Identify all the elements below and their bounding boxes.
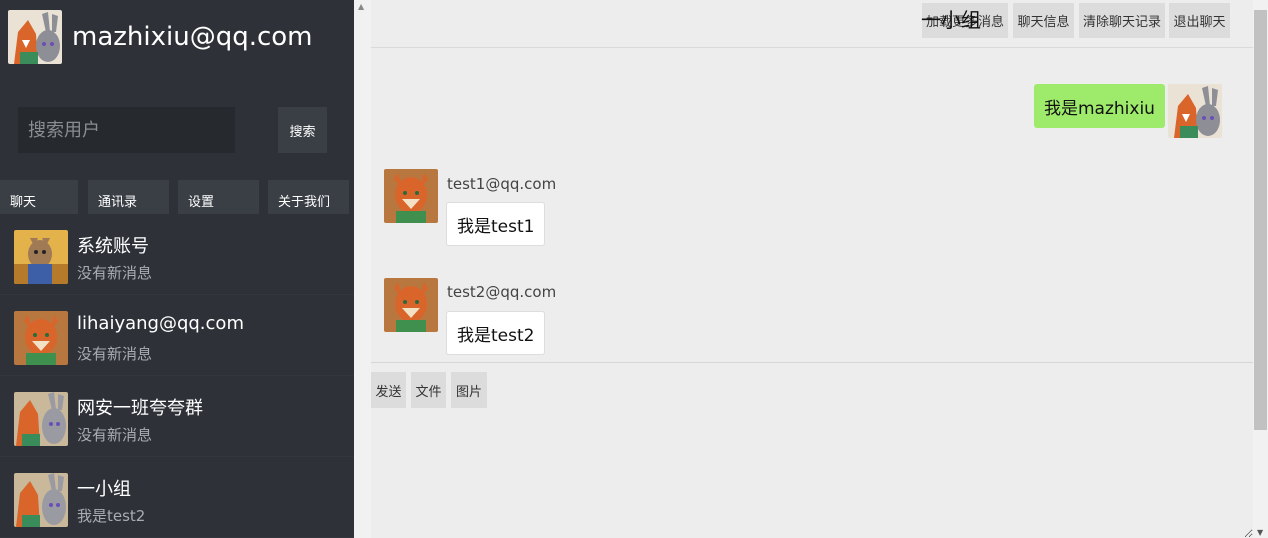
- sender-name: test1@qq.com: [447, 175, 557, 193]
- my-avatar[interactable]: [1168, 84, 1222, 138]
- user-avatar[interactable]: [8, 10, 62, 64]
- message-list: 我是mazhixiu test1@qq.com 我是test1 test2@qq…: [371, 48, 1253, 362]
- leave-chat-button[interactable]: 退出聊天: [1169, 3, 1230, 38]
- sidebar: mazhixiu@qq.com 搜索 聊天 通讯录 设置 关于我们: [0, 0, 354, 538]
- contact-name: lihaiyang@qq.com: [77, 313, 244, 334]
- search-button[interactable]: 搜索: [278, 107, 327, 153]
- chat-title: 一小组: [921, 8, 981, 32]
- contact-last-message: 没有新消息: [77, 426, 153, 444]
- contact-item-lihaiyang[interactable]: lihaiyang@qq.com 没有新消息: [0, 295, 354, 376]
- contact-name: 网安一班夸夸群: [77, 398, 203, 419]
- search-input[interactable]: [18, 107, 235, 153]
- contact-item-group-team[interactable]: 一小组 我是test2: [0, 457, 354, 538]
- sender-name: test2@qq.com: [447, 283, 557, 301]
- composer-divider: [371, 362, 1253, 363]
- message-bubble: 我是test2: [446, 311, 546, 355]
- profile-header: mazhixiu@qq.com: [8, 10, 313, 64]
- sender-avatar[interactable]: [384, 169, 438, 223]
- nav-tabs: 聊天 通讯录 设置 关于我们: [0, 180, 354, 214]
- chat-header: 加载更多消息 聊天信息 清除聊天记录 退出聊天 一小组: [371, 0, 1253, 48]
- vertical-scrollbar[interactable]: ▼: [1253, 0, 1268, 538]
- scroll-up-icon[interactable]: ▲: [358, 2, 364, 11]
- clear-history-button[interactable]: 清除聊天记录: [1079, 3, 1165, 38]
- contact-last-message: 没有新消息: [77, 264, 153, 282]
- file-button[interactable]: 文件: [411, 372, 446, 408]
- scroll-down-icon[interactable]: ▼: [1257, 528, 1263, 537]
- image-button[interactable]: 图片: [451, 372, 487, 408]
- send-button[interactable]: 发送: [371, 372, 406, 408]
- message-input[interactable]: [371, 412, 1253, 538]
- contact-last-message: 没有新消息: [77, 345, 153, 363]
- system-avatar: [14, 230, 68, 284]
- message-bubble: 我是test1: [446, 202, 546, 246]
- left-scroll-strip[interactable]: ▲: [354, 0, 371, 538]
- contact-last-message: 我是test2: [77, 507, 146, 525]
- contact-list: 系统账号 没有新消息 lihaiyang@qq.com 没有新消息 网安一班夸夸…: [0, 214, 354, 538]
- tab-contacts[interactable]: 通讯录: [88, 180, 169, 214]
- contact-item-system[interactable]: 系统账号 没有新消息: [0, 214, 354, 295]
- contact-item-group-class[interactable]: 网安一班夸夸群 没有新消息: [0, 376, 354, 457]
- scrollbar-thumb[interactable]: [1254, 10, 1267, 430]
- chat-panel: ▲ 加载更多消息 聊天信息 清除聊天记录 退出聊天 一小组 我是mazhixiu: [354, 0, 1268, 538]
- contact-name: 一小组: [77, 479, 131, 500]
- chat-info-button[interactable]: 聊天信息: [1013, 3, 1074, 38]
- message-bubble: 我是mazhixiu: [1034, 84, 1165, 128]
- group-avatar: [14, 392, 68, 446]
- tab-about[interactable]: 关于我们: [268, 180, 349, 214]
- search-bar: 搜索: [18, 107, 328, 153]
- sender-avatar[interactable]: [384, 278, 438, 332]
- contact-name: 系统账号: [77, 236, 149, 257]
- tab-chat[interactable]: 聊天: [0, 180, 78, 214]
- user-email: mazhixiu@qq.com: [72, 22, 313, 52]
- tab-settings[interactable]: 设置: [178, 180, 259, 214]
- group-avatar: [14, 473, 68, 527]
- fox-avatar: [14, 311, 68, 365]
